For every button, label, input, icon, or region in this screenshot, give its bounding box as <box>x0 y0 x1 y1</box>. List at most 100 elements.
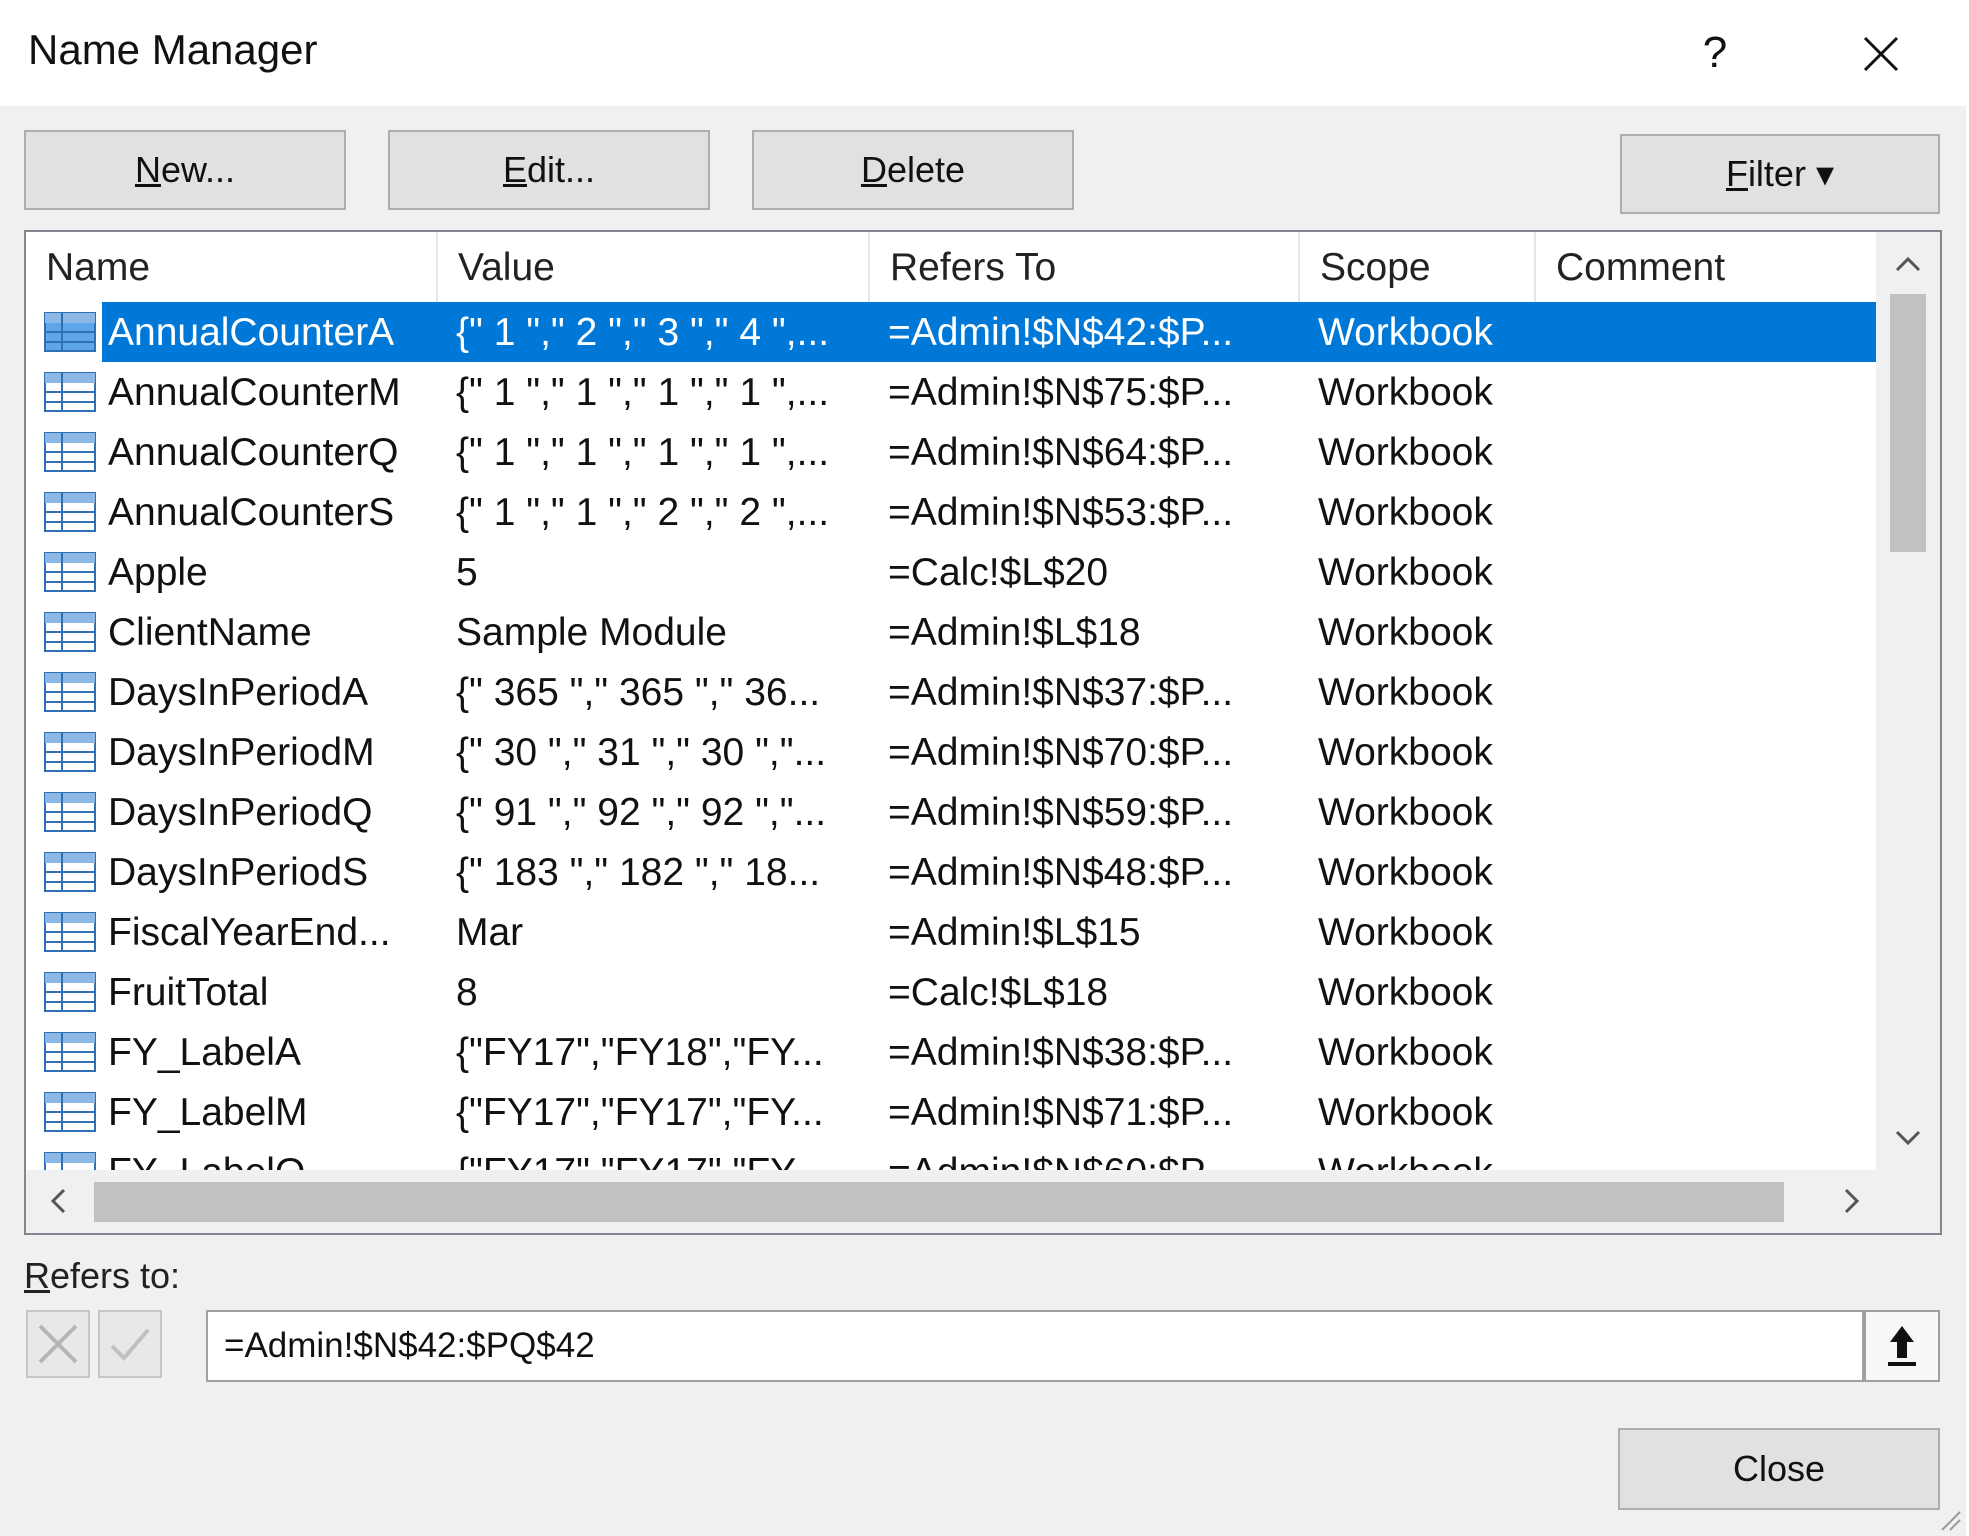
named-range-icon <box>44 1152 96 1170</box>
row-refers-to: =Admin!$N$59:$P... <box>888 791 1234 834</box>
named-range-icon <box>44 972 96 1012</box>
edit-button-label: dit... <box>526 149 596 190</box>
row-value: {"FY17","FY18","FY... <box>456 1031 824 1074</box>
filter-button[interactable]: Filter ▾ <box>1620 134 1940 214</box>
table-row[interactable]: DaysInPeriodS {" 183 "," 182 "," 18... =Ad… <box>26 842 1876 902</box>
row-name: DaysInPeriodA <box>108 671 369 714</box>
row-comment <box>1556 722 1856 782</box>
row-name: FY_LabelM <box>108 1091 308 1134</box>
named-range-icon <box>44 372 96 412</box>
named-range-icon <box>44 312 96 352</box>
collapse-dialog-button[interactable] <box>1864 1310 1940 1382</box>
new-button[interactable]: New... <box>24 130 346 210</box>
row-value: {" 1 "," 1 "," 2 "," 2 ",... <box>456 491 830 534</box>
row-scope: Workbook <box>1318 431 1493 474</box>
row-value: 8 <box>456 971 478 1014</box>
row-name: DaysInPeriodS <box>108 851 369 894</box>
filter-button-accelerator: F <box>1725 153 1748 194</box>
row-comment <box>1556 962 1856 1022</box>
row-scope: Workbook <box>1318 551 1493 594</box>
filter-button-label: ilter <box>1747 153 1806 194</box>
refers-to-label-text: efers to: <box>50 1255 181 1296</box>
delete-button[interactable]: Delete <box>752 130 1074 210</box>
close-icon[interactable] <box>1845 18 1915 88</box>
row-refers-to: =Admin!$N$64:$P... <box>888 431 1234 474</box>
table-row[interactable]: FY_LabelA {"FY17","FY18","FY... =Admin!$N$… <box>26 1022 1876 1082</box>
new-button-accelerator: N <box>134 149 161 190</box>
named-range-icon <box>44 852 96 892</box>
vertical-scroll-thumb[interactable] <box>1890 294 1926 552</box>
table-row[interactable]: AnnualCounterM {" 1 "," 1 "," 1 "," 1 ",.… <box>26 362 1876 422</box>
table-row[interactable]: FY_LabelQ {"FY17","FY17","FY... =Admin!$N$… <box>26 1142 1876 1170</box>
table-row[interactable]: FruitTotal 8 =Calc!$L$18 Workbook <box>26 962 1876 1022</box>
scroll-up-icon[interactable] <box>1883 240 1933 290</box>
row-refers-to: =Admin!$N$71:$P... <box>888 1091 1234 1134</box>
row-comment <box>1556 362 1856 422</box>
table-row[interactable]: FY_LabelM {"FY17","FY17","FY... =Admin!$N$… <box>26 1082 1876 1142</box>
confirm-edit-button[interactable] <box>98 1310 162 1378</box>
row-value: {" 1 "," 1 "," 1 "," 1 ",... <box>456 431 830 474</box>
refers-to-input[interactable]: =Admin!$N$42:$PQ$42 <box>206 1310 1864 1382</box>
row-comment <box>1556 902 1856 962</box>
name-manager-dialog: Name Manager ? New... Edit... Delete Fil… <box>0 0 1966 1536</box>
row-refers-to: =Admin!$L$18 <box>888 611 1141 654</box>
row-comment <box>1556 602 1856 662</box>
column-header-comment[interactable]: Comment <box>1536 232 1876 302</box>
column-header-scope[interactable]: Scope <box>1300 232 1534 302</box>
help-button[interactable]: ? <box>1680 18 1750 88</box>
table-row[interactable]: DaysInPeriodQ {" 91 "," 92 "," 92 ","... =… <box>26 782 1876 842</box>
row-refers-to: =Admin!$N$60:$P... <box>888 1142 1288 1170</box>
row-comment <box>1556 1082 1856 1142</box>
row-scope: Workbook <box>1318 611 1493 654</box>
row-value: {" 183 "," 182 "," 18... <box>456 851 821 894</box>
table-row[interactable]: ClientName Sample Module =Admin!$L$18 Workb… <box>26 602 1876 662</box>
resize-grip-icon[interactable] <box>1936 1506 1962 1532</box>
scroll-right-icon[interactable] <box>1826 1176 1876 1226</box>
row-value: {" 365 "," 365 "," 36... <box>456 671 821 714</box>
row-refers-to: =Admin!$N$75:$P... <box>888 371 1234 414</box>
edit-button[interactable]: Edit... <box>388 130 710 210</box>
table-row[interactable]: AnnualCounterQ {" 1 "," 1 "," 1 "," 1 ",.… <box>26 422 1876 482</box>
scroll-down-icon[interactable] <box>1883 1112 1933 1162</box>
row-value: {"FY17","FY17","FY... <box>456 1142 856 1170</box>
row-name: FY_LabelA <box>108 1031 301 1074</box>
close-button[interactable]: Close <box>1618 1428 1940 1510</box>
table-row[interactable]: AnnualCounterS {" 1 "," 1 "," 2 "," 2 ",.… <box>26 482 1876 542</box>
table-row[interactable]: DaysInPeriodA {" 365 "," 365 "," 36... =Ad… <box>26 662 1876 722</box>
table-row[interactable]: FiscalYearEnd... Mar =Admin!$L$15 Workbook <box>26 902 1876 962</box>
table-row[interactable]: DaysInPeriodM {" 30 "," 31 "," 30 ","... =… <box>26 722 1876 782</box>
named-range-icon <box>44 552 96 592</box>
named-range-icon <box>44 732 96 772</box>
row-comment <box>1556 1022 1856 1082</box>
column-header-name[interactable]: Name <box>26 232 436 302</box>
delete-button-label: elete <box>886 149 966 190</box>
cancel-x-icon <box>38 1324 78 1364</box>
horizontal-scroll-thumb[interactable] <box>94 1182 1784 1222</box>
table-row[interactable]: AnnualCounterA {" 1 "," 2 "," 3 "," 4 ",.… <box>26 302 1876 362</box>
named-range-icon <box>44 792 96 832</box>
row-scope: Workbook <box>1318 731 1493 774</box>
cancel-edit-button[interactable] <box>26 1310 90 1378</box>
row-comment <box>1556 542 1856 602</box>
names-list[interactable]: Name Value Refers To Scope Comment Annua… <box>24 230 1942 1235</box>
vertical-scrollbar[interactable] <box>1876 232 1940 1170</box>
row-comment <box>1556 422 1856 482</box>
column-header-value[interactable]: Value <box>438 232 868 302</box>
table-row[interactable]: Apple 5 =Calc!$L$20 Workbook <box>26 542 1876 602</box>
refers-to-accelerator: R <box>24 1255 50 1296</box>
horizontal-scrollbar[interactable] <box>26 1170 1940 1233</box>
row-scope: Workbook <box>1318 971 1493 1014</box>
column-header-refers-to[interactable]: Refers To <box>870 232 1298 302</box>
edit-button-accelerator: E <box>502 149 527 190</box>
row-scope: Workbook <box>1318 911 1493 954</box>
row-name: FruitTotal <box>108 971 269 1014</box>
named-range-icon <box>44 432 96 472</box>
scroll-left-icon[interactable] <box>34 1176 84 1226</box>
row-name: ClientName <box>108 611 312 654</box>
row-value: {" 1 "," 2 "," 3 "," 4 ",... <box>456 311 830 354</box>
row-refers-to: =Admin!$N$38:$P... <box>888 1031 1234 1074</box>
list-body: AnnualCounterA {" 1 "," 2 "," 3 "," 4 ",.… <box>26 302 1876 1170</box>
row-value: {" 91 "," 92 "," 92 ","... <box>456 791 827 834</box>
row-value: Sample Module <box>456 611 727 654</box>
row-scope: Workbook <box>1318 1142 1528 1170</box>
